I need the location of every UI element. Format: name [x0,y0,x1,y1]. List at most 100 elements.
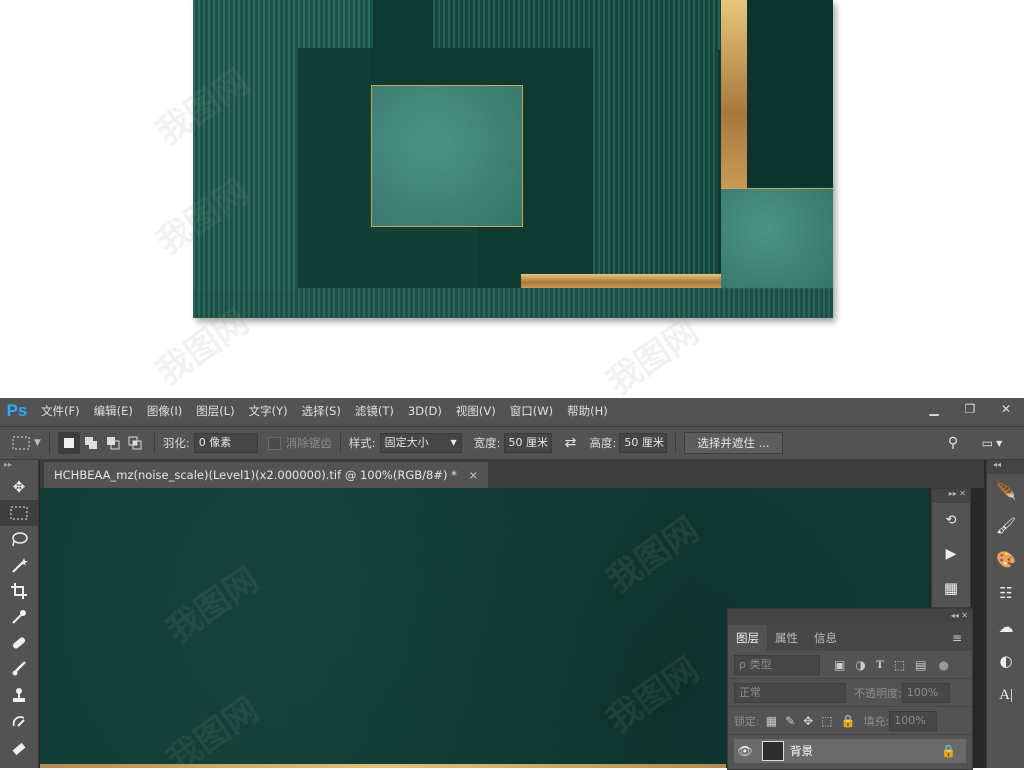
lock-all-icon[interactable]: 🔒 [841,714,856,728]
grid-panel-button[interactable]: ▦ [932,571,970,605]
menu-window[interactable]: 窗口(W) [503,398,560,424]
marquee-tool[interactable] [0,500,38,526]
close-tab-icon[interactable]: × [469,468,479,482]
menu-3d[interactable]: 3D(D) [401,398,449,424]
collapse-toolbar-icon[interactable]: ▸▸ [0,460,38,474]
blend-mode-select[interactable]: 正常 [734,682,846,703]
lasso-icon [12,532,28,547]
tab-layers[interactable]: 图层 [728,625,767,651]
new-selection-button[interactable] [57,432,80,454]
lasso-tool[interactable] [0,526,38,552]
eraser-icon [12,742,26,756]
lock-transparent-icon[interactable]: ▦ [766,714,777,728]
width-input[interactable]: 50 厘米 [503,433,552,453]
crop-tool[interactable] [0,578,38,604]
type-filter-icon[interactable]: T [876,657,884,672]
subtract-selection-button[interactable] [102,432,124,454]
marquee-preset-picker[interactable] [10,432,32,454]
brushes-panel-button[interactable]: 🖌 [987,508,1024,542]
swap-icon: ⇄ [564,435,577,451]
grid-icon: ▦ [943,579,959,597]
brush-tool[interactable] [0,656,38,682]
menu-bar: Ps 文件(F) 编辑(E) 图像(I) 图层(L) 文字(Y) 选择(S) 滤… [0,398,1024,424]
move-tool[interactable]: ✥ [0,474,38,500]
lock-brush-icon[interactable]: ✎ [785,714,795,728]
minimize-button[interactable]: ▁ [916,398,952,420]
menu-view[interactable]: 视图(V) [449,398,503,424]
menu-layer[interactable]: 图层(L) [189,398,241,424]
menu-type[interactable]: 文字(Y) [242,398,295,424]
opacity-input[interactable]: 100% [901,682,950,703]
lock-position-icon[interactable]: ✥ [803,714,813,728]
layer-filter-select[interactable]: ρ 类型 [734,654,820,675]
styles-panel-button[interactable]: ◐ [987,644,1024,678]
learn-panel-button[interactable]: 🪶 [987,474,1024,508]
menu-file[interactable]: 文件(F) [34,398,87,424]
restore-button[interactable]: ❐ [952,398,988,420]
libraries-panel-button[interactable]: ☁ [987,610,1024,644]
panel-tabs: 图层 属性 信息 ≡ [728,623,972,651]
menu-edit[interactable]: 编辑(E) [87,398,140,424]
eraser-tool[interactable] [0,734,38,760]
eyedropper-tool[interactable] [0,604,38,630]
antialias-checkbox[interactable] [267,436,281,450]
lock-icon: 🔒 [941,744,956,758]
tools-panel: ▸▸ ✥ [0,460,39,768]
swap-dimensions-button[interactable]: ⇄ [560,432,582,454]
crop-icon [11,583,27,599]
photoshop-logo: Ps [6,401,28,420]
actions-panel-button[interactable]: ▶ [932,537,970,571]
eye-icon[interactable]: 👁 [734,744,756,758]
magic-wand-tool[interactable] [0,552,38,578]
feather-icon: 🪶 [996,481,1016,501]
intersect-selection-button[interactable] [124,432,146,454]
artwork-preview: 我图网 我图网 我图网 我图网 [0,0,1024,403]
filter-toggle-icon[interactable]: ● [939,658,949,672]
menu-image[interactable]: 图像(I) [140,398,189,424]
close-icon: ✕ [1000,402,1012,416]
adjustment-filter-icon[interactable]: ◑ [855,658,865,672]
adjustments-panel-button[interactable]: ☷ [987,576,1024,610]
menu-select[interactable]: 选择(S) [295,398,348,424]
new-selection-icon [63,438,74,448]
workspace-switcher[interactable]: ▭ ▼ [974,432,1010,454]
style-value: 固定大小 [384,436,429,449]
search-button[interactable]: ⚲ [942,432,964,454]
layer-row-background[interactable]: 👁 背景 🔒 [734,739,966,763]
history-brush-tool[interactable] [0,708,38,734]
lock-row: 锁定: ▦ ✎ ✥ ⬚ 🔒 填充: 100% [728,707,972,735]
character-panel-button[interactable]: A| [987,678,1024,712]
options-bar: ▼ 羽化: 0 像素 消除锯齿 样式: 固定大小 ▼ 宽度: 50 厘米 ⇄ 高… [0,426,1024,460]
tab-properties[interactable]: 属性 [767,625,806,651]
minimize-icon: ▁ [929,402,939,416]
healing-icon [12,637,26,649]
menu-help[interactable]: 帮助(H) [560,398,615,424]
add-selection-button[interactable] [80,432,102,454]
divider [339,433,341,453]
image-filter-icon[interactable]: ▣ [834,658,845,672]
close-window-button[interactable]: ✕ [988,398,1024,420]
tab-info[interactable]: 信息 [806,625,845,651]
history-panel-button[interactable]: ⟲ [932,503,970,537]
panel-menu-icon[interactable]: ≡ [952,625,972,651]
subtract-selection-icon [106,437,120,450]
menu-filter[interactable]: 滤镜(T) [348,398,401,424]
palette-icon: 🎨 [996,549,1016,569]
lock-artboard-icon[interactable]: ⬚ [821,714,832,728]
style-select[interactable]: 固定大小 ▼ [379,433,462,453]
divider [153,433,155,453]
swatches-panel-button[interactable]: 🎨 [987,542,1024,576]
select-and-mask-button[interactable]: 选择并遮住 ... [684,432,783,454]
height-input[interactable]: 50 厘米 [619,433,668,453]
layer-filter-row: ρ 类型 ▣ ◑ T ⬚ ▤ ● [728,651,972,679]
healing-tool[interactable] [0,630,38,656]
fill-input[interactable]: 100% [889,710,938,731]
stamp-tool[interactable] [0,682,38,708]
document-tab[interactable]: HCHBEAA_mz(noise_scale)(Level1)(x2.00000… [44,462,489,488]
feather-input[interactable]: 0 像素 [193,433,258,453]
smart-object-filter-icon[interactable]: ▤ [915,658,926,672]
canvas-gold-edge [40,764,726,768]
style-label: 样式: [348,436,376,450]
chevron-down-icon: ▼ [996,438,1003,448]
shape-filter-icon[interactable]: ⬚ [894,658,905,672]
